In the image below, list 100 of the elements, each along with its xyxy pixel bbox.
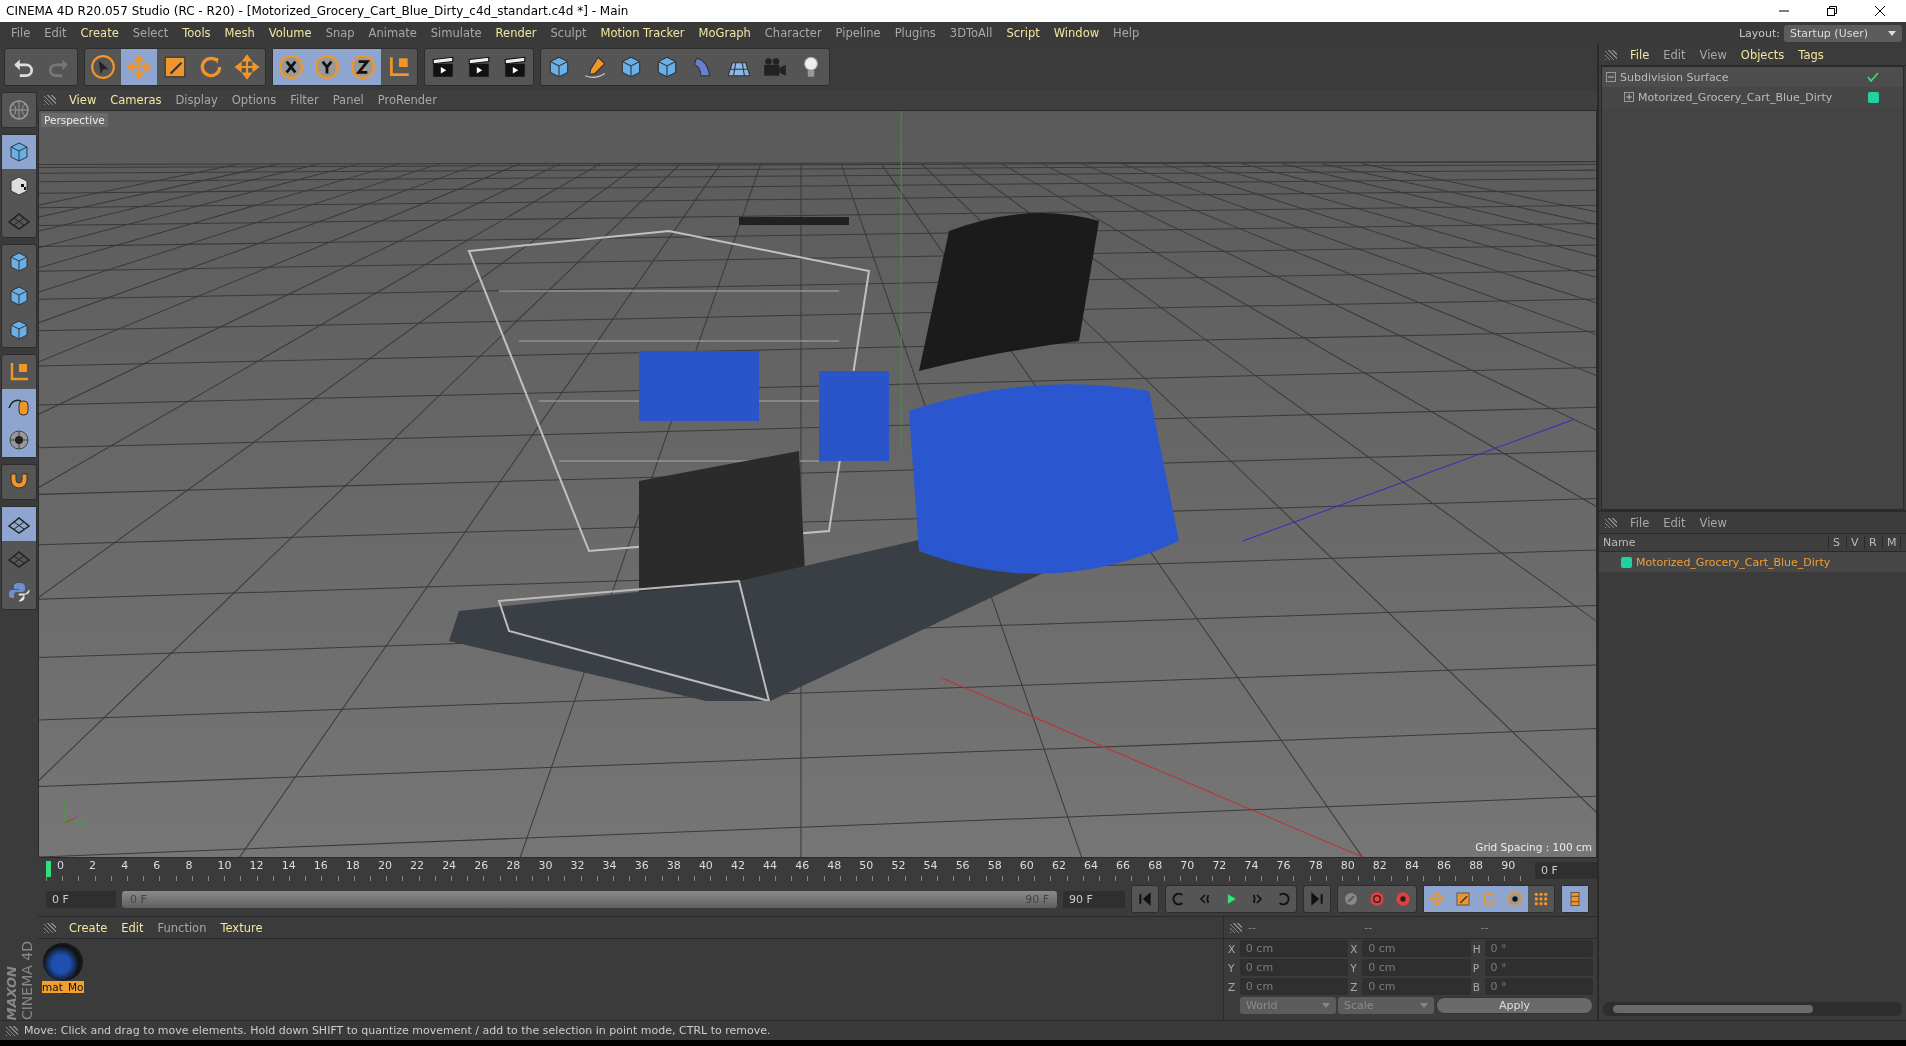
coordinate-field[interactable]: 0 cm: [1239, 940, 1349, 957]
menu-item[interactable]: Mesh: [217, 26, 262, 40]
frame-number: 20: [376, 859, 393, 874]
menu-item[interactable]: File: [1623, 515, 1657, 530]
menu-item[interactable]: Options: [224, 93, 284, 107]
material-slot[interactable]: mat_Mo: [42, 943, 84, 993]
menu-item[interactable]: Help: [1106, 26, 1147, 40]
menu-item[interactable]: Plugins: [887, 26, 943, 40]
menu-item[interactable]: Edit: [37, 26, 74, 40]
menu-item[interactable]: View: [1692, 47, 1734, 62]
menu-item[interactable]: Create: [73, 26, 126, 40]
column-header: V: [1847, 536, 1865, 549]
tool-button[interactable]: [1502, 886, 1528, 912]
brand-logo: MAXON: [3, 965, 19, 1020]
menu-item[interactable]: Texture: [213, 920, 270, 935]
caret-icon: [1420, 1003, 1428, 1008]
menu-item[interactable]: Pipeline: [828, 26, 888, 40]
menu-item[interactable]: Panel: [325, 93, 371, 107]
menu-item[interactable]: Sculpt: [543, 26, 594, 40]
coordinate-field[interactable]: 0 °: [1484, 940, 1593, 957]
tool-button[interactable]: [2, 507, 36, 541]
column-header: --: [1364, 921, 1374, 934]
menu-item[interactable]: Motion Tracker: [593, 26, 692, 40]
checkmark-icon[interactable]: [1867, 71, 1879, 83]
collapse-icon[interactable]: [1606, 72, 1616, 82]
end-frame-field[interactable]: 90 F: [1063, 890, 1125, 908]
frame-number: 16: [312, 859, 329, 874]
menu-item[interactable]: Edit: [114, 920, 151, 935]
frame-number: 46: [794, 859, 811, 874]
status-message: Move: Click and drag to move elements. Hold down SHIFT to quantize movement / add to the selection in point mode, CTRL to remove.: [24, 1024, 771, 1037]
python-icon: [7, 580, 31, 604]
menu-item[interactable]: Simulate: [423, 26, 489, 40]
menu-item[interactable]: Edit: [1656, 515, 1693, 530]
tool-button[interactable]: [2, 423, 36, 457]
caret-icon: [1322, 1003, 1330, 1008]
frame-number: 56: [954, 859, 971, 874]
coordinate-field[interactable]: 0 cm: [1362, 940, 1471, 957]
menu-item[interactable]: Character: [757, 26, 829, 40]
menu-item[interactable]: MoGraph: [691, 26, 758, 40]
expand-icon[interactable]: [1624, 92, 1634, 102]
tool-button[interactable]: [273, 49, 309, 85]
menu-item[interactable]: Function: [150, 920, 214, 935]
menu-item[interactable]: View: [62, 93, 104, 107]
panel-grip-icon: [1605, 49, 1617, 60]
coordinate-field[interactable]: 0 °: [1484, 959, 1593, 976]
object-row[interactable]: Subdivision Surface: [1602, 67, 1903, 87]
menu-item[interactable]: File: [4, 26, 38, 40]
parameter-icon: [1507, 891, 1523, 907]
coordinate-field[interactable]: 0 °: [1484, 978, 1593, 995]
menu-item[interactable]: Snap: [318, 26, 362, 40]
start-frame-field[interactable]: 0 F: [46, 890, 116, 908]
menu-item[interactable]: Create: [62, 920, 115, 935]
frame-number: 64: [1083, 859, 1099, 874]
horizontal-scrollbar[interactable]: [1603, 1002, 1902, 1016]
panel-grip-icon: [44, 95, 56, 105]
menu-item[interactable]: Select: [125, 26, 176, 40]
column-header: --: [1480, 921, 1490, 934]
apply-button[interactable]: Apply: [1436, 997, 1593, 1014]
layout-dropdown[interactable]: Startup (User): [1784, 24, 1902, 42]
frame-number: 90: [1500, 859, 1517, 874]
menu-item[interactable]: Script: [999, 26, 1047, 40]
rotate-icon: [1481, 891, 1497, 907]
coordinate-field[interactable]: 0 cm: [1239, 959, 1349, 976]
axis-label: H: [1472, 942, 1482, 955]
frame-number: 14: [280, 859, 297, 874]
menu-item[interactable]: Cameras: [103, 93, 169, 107]
menu-item[interactable]: Tags: [1791, 47, 1831, 62]
tool-button[interactable]: [345, 49, 381, 85]
frame-number: 60: [1018, 859, 1035, 874]
menu-item[interactable]: Tools: [175, 26, 218, 40]
menu-item[interactable]: Render: [488, 26, 544, 40]
layer-row[interactable]: Motorized_Grocery_Cart_Blue_Dirty: [1599, 552, 1906, 572]
coordinate-field[interactable]: 0 cm: [1362, 959, 1471, 976]
menu-item[interactable]: Volume: [261, 26, 319, 40]
checkered-cube-icon: [7, 174, 31, 198]
menu-item[interactable]: Animate: [361, 26, 424, 40]
pen-icon: [582, 54, 608, 80]
cube-icon: [7, 284, 31, 308]
coordinate-field[interactable]: 0 cm: [1239, 978, 1349, 995]
frame-number: 32: [569, 859, 586, 874]
menu-item[interactable]: Filter: [283, 93, 326, 107]
coordinate-field[interactable]: 0 cm: [1362, 978, 1471, 995]
menu-item[interactable]: File: [1623, 47, 1657, 62]
menu-item[interactable]: Display: [168, 93, 225, 107]
current-frame-field[interactable]: 0 F: [1535, 861, 1597, 879]
frame-number: 44: [762, 859, 779, 874]
help-icon: [1395, 891, 1411, 907]
menu-item[interactable]: View: [1692, 515, 1734, 530]
close-icon: [1875, 6, 1885, 16]
menu-item[interactable]: ProRender: [370, 93, 444, 107]
brand-name: CINEMA 4D: [18, 940, 35, 1020]
menu-item[interactable]: 3DToAll: [942, 26, 1000, 40]
menu-item[interactable]: Edit: [1656, 47, 1693, 62]
menu-item[interactable]: Objects: [1733, 47, 1792, 62]
frame-number: 82: [1371, 859, 1388, 874]
camera-label: Perspective: [41, 113, 108, 127]
playhead-marker[interactable]: [46, 861, 51, 877]
frame-number: 30: [537, 859, 554, 874]
menu-item[interactable]: Window: [1046, 26, 1107, 40]
column-header: R: [1865, 536, 1883, 549]
